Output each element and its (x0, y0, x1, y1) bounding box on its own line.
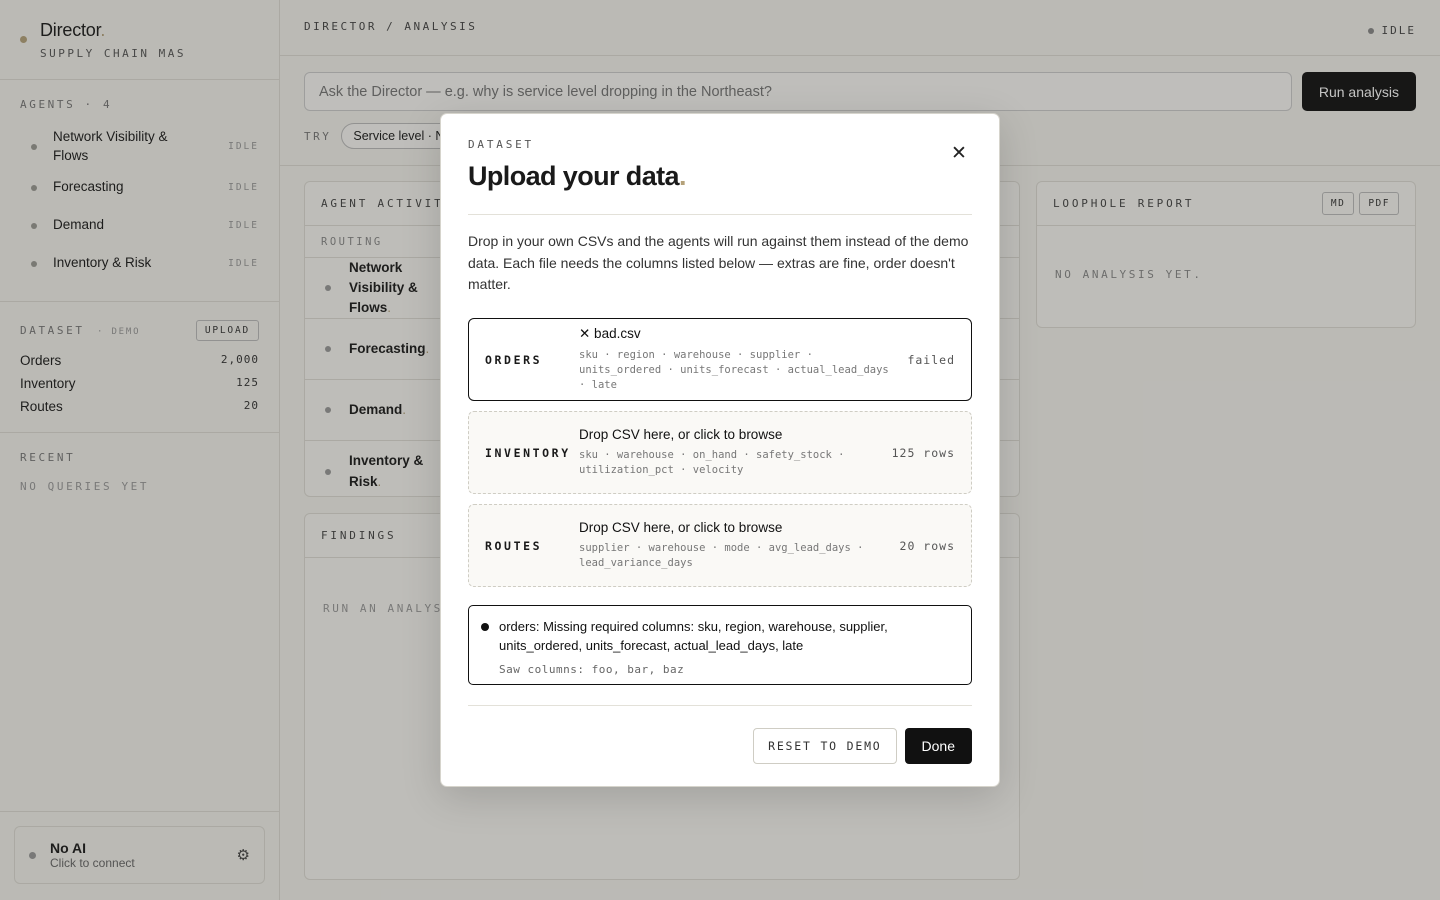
dropzone-title: Drop CSV here, or click to browse (579, 426, 783, 442)
dropzone-orders[interactable]: ORDERS ✕ bad.csv sku · region · warehous… (468, 318, 972, 402)
dropzone-title: ✕ bad.csv (579, 325, 641, 341)
dropzone-label: INVENTORY (485, 445, 571, 460)
reset-to-demo-button[interactable]: RESET TO DEMO (753, 728, 897, 764)
dropzone-inventory[interactable]: INVENTORY Drop CSV here, or click to bro… (468, 411, 972, 495)
dropzone-state: 20 rows (899, 538, 955, 553)
required-columns: sku · warehouse · on_hand · safety_stock… (579, 448, 845, 477)
dropzone-state: 125 rows (891, 445, 955, 460)
modal-title: Upload your data. (468, 161, 686, 191)
dropzone-state: failed (907, 352, 955, 367)
dropzone-title: Drop CSV here, or click to browse (579, 519, 783, 535)
dropzone-label: ROUTES (485, 538, 543, 553)
error-dot (481, 623, 489, 632)
error-message: orders: Missing required columns: sku, r… (468, 605, 972, 686)
close-icon[interactable]: ✕ (949, 144, 969, 164)
modal-kicker: DATASET (468, 138, 534, 151)
dropzone-routes[interactable]: ROUTES Drop CSV here, or click to browse… (468, 504, 972, 588)
error-text: orders: Missing required columns: sku, r… (499, 619, 888, 653)
done-button[interactable]: Done (904, 728, 972, 764)
upload-dialog: DATASET Upload your data. ✕ Drop in your… (440, 113, 1000, 787)
required-columns: supplier · warehouse · mode · avg_lead_d… (579, 541, 864, 570)
dropzone-label: ORDERS (485, 352, 543, 367)
required-columns: sku · region · warehouse · supplier · un… (579, 348, 889, 392)
error-detail: Saw columns: foo, bar, baz (499, 662, 685, 676)
modal-description: Drop in your own CSVs and the agents wil… (468, 233, 969, 293)
divider (468, 214, 972, 215)
modal-footer: RESET TO DEMO Done (468, 705, 972, 786)
